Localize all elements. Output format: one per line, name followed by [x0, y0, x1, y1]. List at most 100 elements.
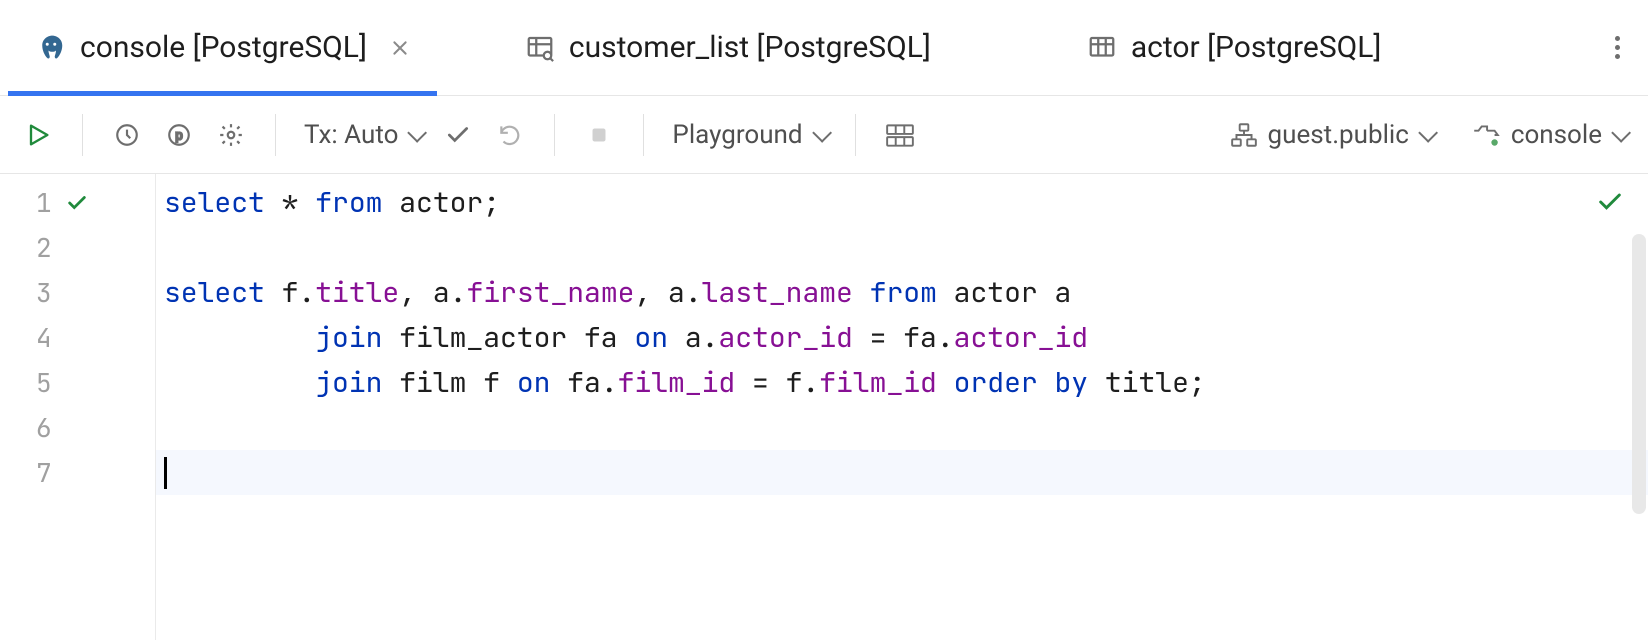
- gutter-line[interactable]: 6: [0, 405, 155, 450]
- token: actor;: [382, 184, 500, 221]
- gutter-line[interactable]: 4: [0, 315, 155, 360]
- separator: [554, 114, 555, 156]
- tx-mode-dropdown[interactable]: Tx: Auto: [298, 120, 428, 150]
- tabs-overflow-menu[interactable]: [1615, 36, 1620, 59]
- tab-label: actor [PostgreSQL]: [1131, 30, 1382, 65]
- code-line[interactable]: [156, 450, 1648, 495]
- token: from: [870, 274, 937, 311]
- token: film_actor fa: [382, 319, 634, 356]
- chevron-down-icon: [1611, 122, 1631, 142]
- token: from: [315, 184, 382, 221]
- text-caret: [164, 457, 167, 489]
- code-line[interactable]: [156, 225, 1648, 270]
- line-number: 1: [36, 185, 52, 220]
- token: join: [315, 364, 382, 401]
- query-toolbar: p Tx: Auto Playground guest.public: [0, 96, 1648, 174]
- commit-button[interactable]: [436, 113, 480, 157]
- token: = f.: [735, 364, 819, 401]
- token: [164, 319, 315, 356]
- editor-tabs-bar: console [PostgreSQL] customer_list [Post…: [0, 0, 1648, 96]
- token: title;: [1088, 364, 1206, 401]
- schema-dropdown[interactable]: guest.public: [1224, 120, 1439, 150]
- playground-label: Playground: [672, 120, 802, 150]
- editor-gutter: 1 2 3 4 5 6 7: [0, 174, 156, 640]
- settings-button[interactable]: [209, 113, 253, 157]
- separator: [275, 114, 276, 156]
- token: , a.: [634, 274, 701, 311]
- statement-ok-icon: [66, 192, 88, 214]
- line-number: 6: [36, 410, 52, 445]
- token: , a.: [399, 274, 466, 311]
- editor-code[interactable]: select * from actor;select f.title, a.fi…: [156, 174, 1648, 640]
- close-icon[interactable]: [391, 39, 409, 57]
- schema-icon: [1230, 122, 1258, 148]
- token: select: [164, 274, 265, 311]
- in-editor-results-button[interactable]: [878, 113, 922, 157]
- code-line[interactable]: select f.title, a.first_name, a.last_nam…: [156, 270, 1648, 315]
- token: on: [634, 319, 668, 356]
- code-line[interactable]: select * from actor;: [156, 180, 1648, 225]
- history-button[interactable]: [105, 113, 149, 157]
- token: first_name: [466, 274, 634, 311]
- token: select: [164, 184, 265, 221]
- line-number: 5: [36, 365, 52, 400]
- gutter-line[interactable]: 5: [0, 360, 155, 405]
- session-label: console: [1511, 120, 1602, 150]
- editor-scrollbar[interactable]: [1632, 234, 1646, 514]
- token: fa.: [550, 364, 617, 401]
- token: actor_id: [954, 319, 1088, 356]
- token: [937, 364, 954, 401]
- tab-label: customer_list [PostgreSQL]: [569, 30, 931, 65]
- tab-actor[interactable]: actor [PostgreSQL]: [1059, 0, 1410, 95]
- token: title: [315, 274, 399, 311]
- token: *: [265, 184, 315, 221]
- separator: [82, 114, 83, 156]
- token: = fa.: [853, 319, 954, 356]
- gutter-line[interactable]: 1: [0, 180, 155, 225]
- chevron-down-icon: [812, 122, 832, 142]
- run-button[interactable]: [16, 113, 60, 157]
- tab-console[interactable]: console [PostgreSQL]: [8, 0, 437, 95]
- token: order by: [954, 364, 1088, 401]
- chevron-down-icon: [1418, 122, 1438, 142]
- tab-label: console [PostgreSQL]: [80, 30, 367, 65]
- gutter-line[interactable]: 7: [0, 450, 155, 495]
- code-line[interactable]: join film_actor fa on a.actor_id = fa.ac…: [156, 315, 1648, 360]
- token: film f: [382, 364, 516, 401]
- gutter-line[interactable]: 3: [0, 270, 155, 315]
- tx-mode-label: Tx: Auto: [304, 120, 398, 150]
- token: last_name: [702, 274, 853, 311]
- separator: [855, 114, 856, 156]
- table-icon: [1087, 33, 1117, 63]
- rollback-button[interactable]: [488, 113, 532, 157]
- explain-plan-button[interactable]: p: [157, 113, 201, 157]
- chevron-down-icon: [408, 122, 428, 142]
- svg-text:p: p: [175, 127, 182, 142]
- separator: [643, 114, 644, 156]
- token: [164, 364, 315, 401]
- token: on: [517, 364, 551, 401]
- sql-editor[interactable]: 1234567 select * from actor;select f.tit…: [0, 174, 1648, 640]
- session-dropdown[interactable]: console: [1465, 120, 1632, 150]
- gutter-line[interactable]: 2: [0, 225, 155, 270]
- token: film_id: [819, 364, 937, 401]
- datasource-icon: [1471, 122, 1501, 148]
- line-number: 7: [36, 455, 52, 490]
- code-line[interactable]: join film f on fa.film_id = f.film_id or…: [156, 360, 1648, 405]
- inspection-ok-icon[interactable]: [1596, 188, 1624, 216]
- schema-label: guest.public: [1268, 120, 1409, 150]
- tab-customer-list[interactable]: customer_list [PostgreSQL]: [497, 0, 959, 95]
- stop-button[interactable]: [577, 113, 621, 157]
- playground-dropdown[interactable]: Playground: [666, 120, 832, 150]
- token: f.: [265, 274, 315, 311]
- token: actor_id: [718, 319, 852, 356]
- token: actor a: [937, 274, 1071, 311]
- token: a.: [668, 319, 718, 356]
- line-number: 2: [36, 230, 52, 265]
- token: [853, 274, 870, 311]
- line-number: 3: [36, 275, 52, 310]
- code-line[interactable]: [156, 405, 1648, 450]
- table-search-icon: [525, 33, 555, 63]
- line-number: 4: [36, 320, 52, 355]
- token: join: [315, 319, 382, 356]
